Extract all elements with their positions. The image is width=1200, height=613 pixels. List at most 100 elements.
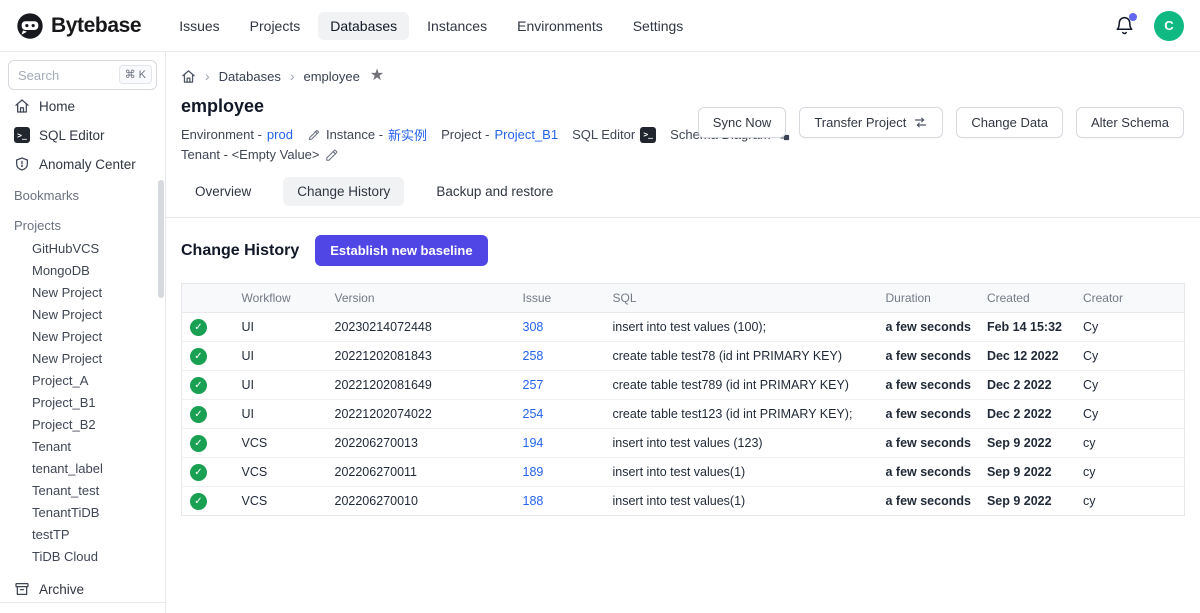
- history-row: ✓UI20230214072448308insert into test val…: [182, 313, 1185, 342]
- column-header-workflow: Workflow: [234, 284, 327, 313]
- cell-sql: insert into test values(1): [605, 458, 878, 487]
- sidebar-project-project-b2[interactable]: Project_B2: [8, 414, 157, 436]
- sidebar-item-anomaly-center[interactable]: Anomaly Center: [8, 151, 157, 177]
- cell-sql: insert into test values (100);: [605, 313, 878, 342]
- alter-schema-button[interactable]: Alter Schema: [1076, 107, 1184, 138]
- environment-link[interactable]: prod: [267, 127, 293, 142]
- sidebar-item-sql-editor[interactable]: >_ SQL Editor: [8, 122, 157, 148]
- sql-editor-label: SQL Editor: [572, 127, 635, 142]
- history-table-head-row: WorkflowVersionIssueSQLDurationCreatedCr…: [182, 284, 1185, 313]
- meta-project: Project - Project_B1: [441, 127, 558, 142]
- cell-workflow: UI: [234, 342, 327, 371]
- sidebar-project-mongodb[interactable]: MongoDB: [8, 260, 157, 282]
- cell-issue: 258: [515, 342, 605, 371]
- breadcrumb-home-icon[interactable]: [181, 69, 196, 84]
- avatar[interactable]: C: [1154, 11, 1184, 41]
- issue-link[interactable]: 189: [523, 465, 544, 479]
- action-buttons: Sync Now Transfer Project Change Data Al…: [698, 107, 1184, 138]
- cell-duration: a few seconds: [878, 313, 979, 342]
- sidebar-project-tenant-test[interactable]: Tenant_test: [8, 480, 157, 502]
- section-title: Change History: [181, 242, 299, 260]
- transfer-project-button[interactable]: Transfer Project: [799, 107, 943, 138]
- notifications-button[interactable]: [1114, 15, 1136, 37]
- issue-link[interactable]: 188: [523, 494, 544, 508]
- success-status-icon: ✓: [190, 406, 207, 423]
- main-content: › Databases › employee ★ employee Enviro…: [166, 52, 1200, 613]
- cell-sql: create table test123 (id int PRIMARY KEY…: [605, 400, 878, 429]
- button-label: Sync Now: [713, 115, 772, 130]
- nav-item-issues[interactable]: Issues: [167, 12, 231, 40]
- issue-link[interactable]: 194: [523, 436, 544, 450]
- tab-backup-and-restore[interactable]: Backup and restore: [422, 177, 567, 206]
- brand-name: Bytebase: [51, 14, 141, 38]
- success-status-icon: ✓: [190, 319, 207, 336]
- cell-sql: insert into test values (123): [605, 429, 878, 458]
- sidebar-scrollbar[interactable]: [158, 180, 164, 298]
- sidebar-item-home[interactable]: Home: [8, 93, 157, 119]
- breadcrumb-databases[interactable]: Databases: [219, 69, 281, 84]
- sidebar-project-project-b1[interactable]: Project_B1: [8, 392, 157, 414]
- bookmark-star-icon[interactable]: ★: [370, 68, 384, 84]
- shield-icon: [14, 156, 30, 172]
- cell-created: Dec 12 2022: [979, 342, 1075, 371]
- change-data-button[interactable]: Change Data: [956, 107, 1063, 138]
- cell-creator: Cy: [1075, 342, 1185, 371]
- nav-item-environments[interactable]: Environments: [505, 12, 615, 40]
- project-link[interactable]: Project_B1: [494, 127, 558, 142]
- change-history-section: Change History Establish new baseline Wo…: [166, 217, 1200, 516]
- nav-item-projects[interactable]: Projects: [238, 12, 313, 40]
- notification-dot: [1129, 13, 1137, 21]
- cell-created: Dec 2 2022: [979, 400, 1075, 429]
- sidebar-project-new-project[interactable]: New Project: [8, 326, 157, 348]
- tab-bar: Overview Change History Backup and restore: [181, 177, 1200, 206]
- edit-pencil-icon[interactable]: [325, 148, 339, 162]
- brand[interactable]: Bytebase: [16, 12, 141, 40]
- cell-creator: Cy: [1075, 400, 1185, 429]
- meta-instance: Instance - 新实例: [307, 125, 427, 144]
- button-label: Alter Schema: [1091, 115, 1169, 130]
- sidebar-project-project-a[interactable]: Project_A: [8, 370, 157, 392]
- cell-workflow: VCS: [234, 487, 327, 516]
- issue-link[interactable]: 308: [523, 320, 544, 334]
- sidebar-project-new-project[interactable]: New Project: [8, 348, 157, 370]
- tab-overview[interactable]: Overview: [181, 177, 265, 206]
- cell-workflow: UI: [234, 400, 327, 429]
- nav-item-instances[interactable]: Instances: [415, 12, 499, 40]
- sidebar-item-label: Archive: [39, 582, 84, 597]
- cell-duration: a few seconds: [878, 371, 979, 400]
- sidebar-item-label: Anomaly Center: [39, 157, 136, 172]
- sidebar-project-tenanttidb[interactable]: TenantTiDB: [8, 502, 157, 524]
- history-row: ✓UI20221202074022254create table test123…: [182, 400, 1185, 429]
- sidebar-project-new-project[interactable]: New Project: [8, 282, 157, 304]
- cell-duration: a few seconds: [878, 400, 979, 429]
- issue-link[interactable]: 257: [523, 378, 544, 392]
- issue-link[interactable]: 254: [523, 407, 544, 421]
- nav-item-databases[interactable]: Databases: [318, 12, 409, 40]
- sidebar-project-new-project[interactable]: New Project: [8, 304, 157, 326]
- sidebar-project-testtp[interactable]: testTP: [8, 524, 157, 546]
- cell-duration: a few seconds: [878, 487, 979, 516]
- instance-engine-icon: [307, 128, 321, 142]
- sidebar-section-projects: Projects: [8, 214, 157, 237]
- meta-sql-editor[interactable]: SQL Editor >_: [572, 127, 656, 143]
- tab-change-history[interactable]: Change History: [283, 177, 404, 206]
- primary-nav: IssuesProjectsDatabasesInstancesEnvironm…: [167, 12, 695, 40]
- search-shortcut-badge: ⌘ K: [119, 65, 152, 84]
- sidebar-item-archive[interactable]: Archive: [8, 576, 157, 602]
- meta-tenant: Tenant - <Empty Value>: [181, 147, 339, 162]
- instance-link[interactable]: 新实例: [388, 125, 427, 144]
- cell-creator: cy: [1075, 487, 1185, 516]
- issue-link[interactable]: 258: [523, 349, 544, 363]
- transfer-arrows-icon: [913, 115, 928, 130]
- sidebar-project-tenant[interactable]: Tenant: [8, 436, 157, 458]
- tenant-label: Tenant - <Empty Value>: [181, 147, 320, 162]
- success-status-icon: ✓: [190, 493, 207, 510]
- cell-created: Sep 9 2022: [979, 487, 1075, 516]
- sync-now-button[interactable]: Sync Now: [698, 107, 787, 138]
- sidebar-project-githubvcs[interactable]: GitHubVCS: [8, 238, 157, 260]
- establish-baseline-button[interactable]: Establish new baseline: [315, 235, 487, 266]
- nav-item-settings[interactable]: Settings: [621, 12, 696, 40]
- sidebar-project-tenant-label[interactable]: tenant_label: [8, 458, 157, 480]
- cell-issue: 188: [515, 487, 605, 516]
- sidebar-project-tidb-cloud[interactable]: TiDB Cloud: [8, 546, 157, 568]
